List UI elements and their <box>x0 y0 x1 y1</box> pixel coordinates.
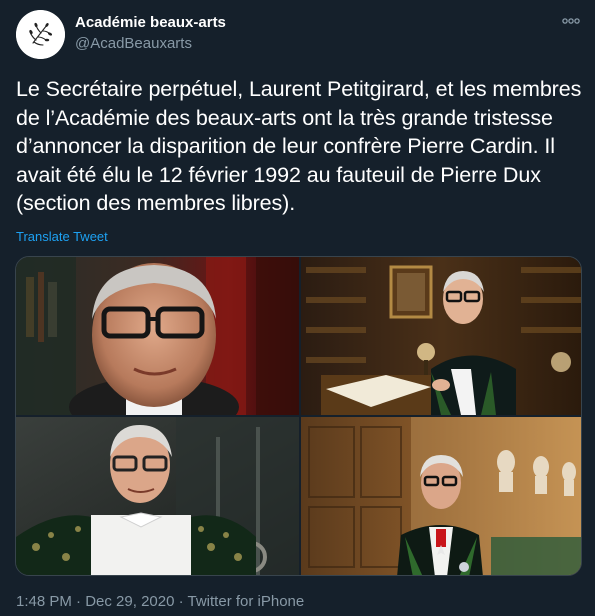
meta-separator: · <box>71 593 86 610</box>
tweet-text: Le Secrétaire perpétuel, Laurent Petitgi… <box>16 77 582 215</box>
photo-2[interactable] <box>301 257 581 415</box>
photo-4[interactable] <box>301 417 581 575</box>
more-options-button[interactable] <box>560 12 582 30</box>
photo-1[interactable] <box>16 257 299 415</box>
meta-separator-2: · <box>174 593 188 610</box>
author-info: Académie beaux-arts @AcadBeauxarts <box>75 13 226 54</box>
user-handle[interactable]: @AcadBeauxarts <box>75 34 226 54</box>
portrait-photo-closeup <box>16 257 299 415</box>
profile-avatar[interactable] <box>16 10 65 59</box>
tweet-source[interactable]: Twitter for iPhone <box>188 593 305 610</box>
photo-3[interactable] <box>16 417 299 575</box>
tweet-card: Académie beaux-arts @AcadBeauxarts Le Se… <box>0 0 595 616</box>
hall-portrait-photo <box>301 417 581 575</box>
tweet-date[interactable]: Dec 29, 2020 <box>85 593 174 610</box>
more-dots-icon <box>562 18 580 24</box>
standing-portrait-photo <box>16 417 299 575</box>
academie-logo-icon <box>16 10 65 59</box>
tweet-time[interactable]: 1:48 PM <box>16 593 72 610</box>
display-name[interactable]: Académie beaux-arts <box>75 13 226 33</box>
media-grid <box>15 256 582 576</box>
library-desk-photo <box>301 257 581 415</box>
translate-tweet-link[interactable]: Translate Tweet <box>16 229 108 244</box>
tweet-metadata: 1:48 PM · Dec 29, 2020 · Twitter for iPh… <box>16 592 304 612</box>
